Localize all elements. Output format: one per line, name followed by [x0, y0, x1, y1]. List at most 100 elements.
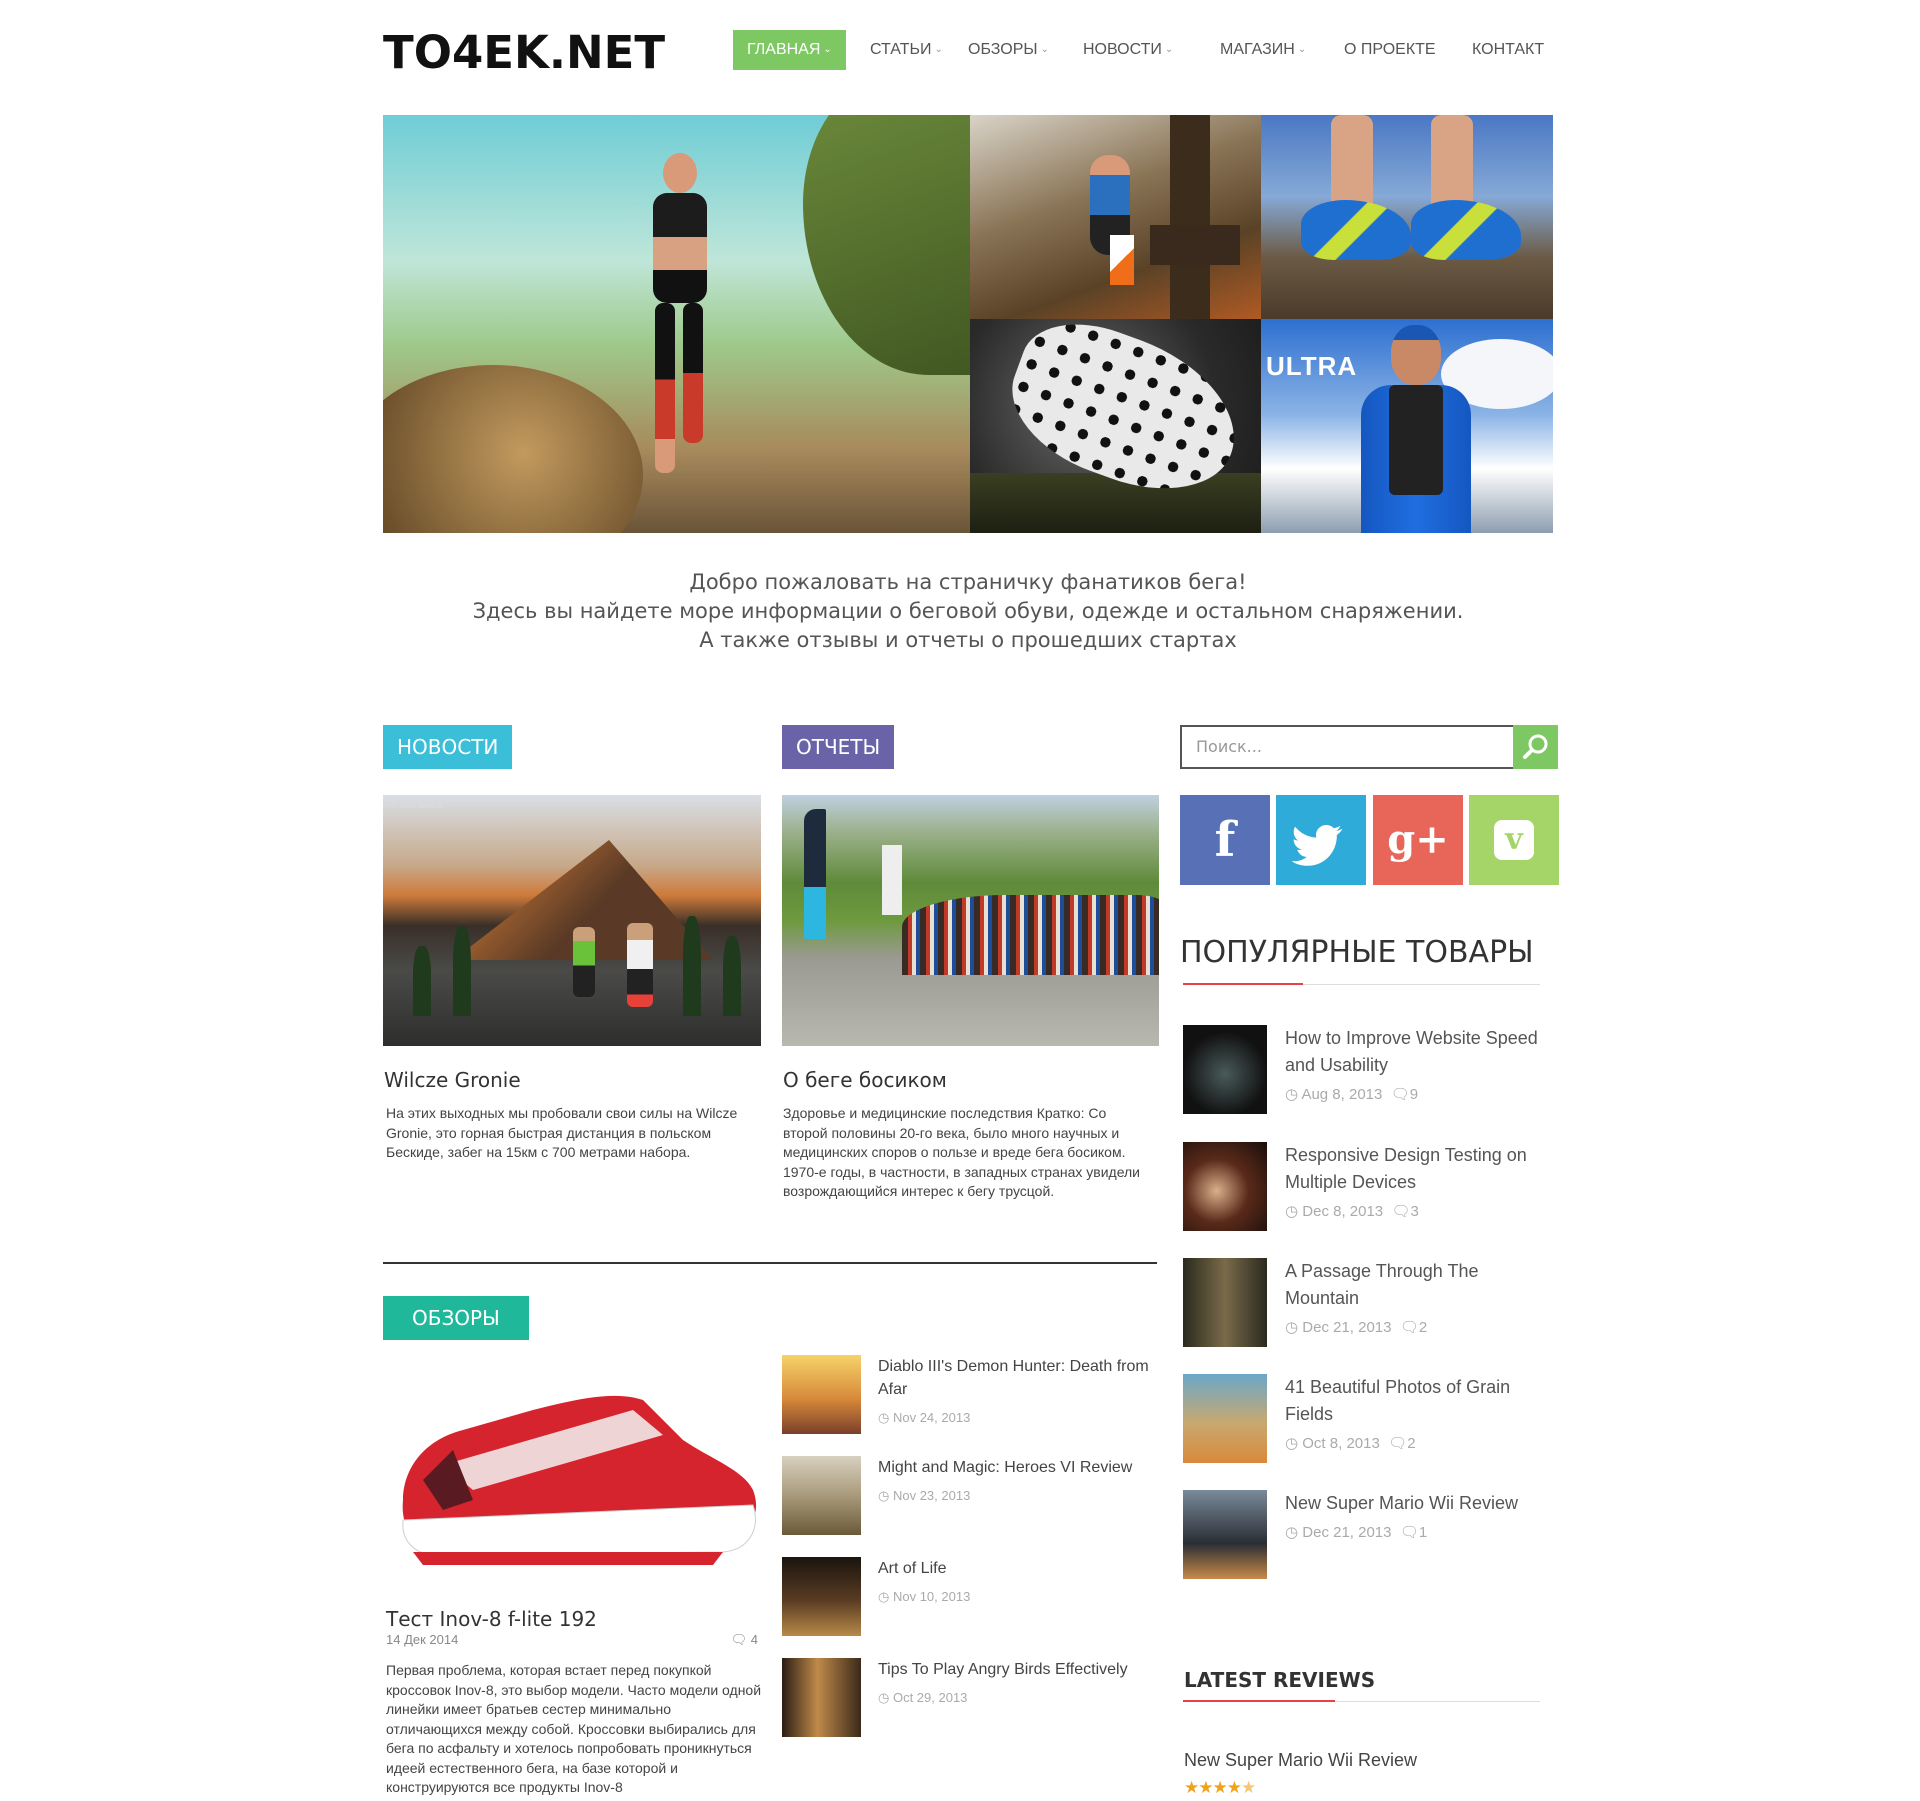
popular-item[interactable]: Responsive Design Testing on Multiple De…	[1183, 1142, 1543, 1232]
comment-count: 4	[750, 1632, 758, 1647]
photo-credit: © Saul Santos	[391, 801, 443, 810]
nav-item-reviews[interactable]: ОБЗОРЫ ⌄	[968, 30, 1049, 70]
popular-heading: ПОПУЛЯРНЫЕ ТОВАРЫ	[1180, 935, 1534, 970]
chevron-down-icon: ⌄	[934, 44, 943, 55]
pop-thumb	[1183, 1374, 1267, 1463]
search-input[interactable]: Поиск...	[1180, 725, 1516, 769]
vimeo-button[interactable]: v	[1469, 795, 1559, 885]
news-image[interactable]: © Saul Santos	[383, 795, 761, 1046]
runner-figure	[645, 153, 715, 483]
twitter-button[interactable]	[1276, 795, 1366, 885]
nav-item-label: КОНТАКТ	[1472, 41, 1545, 58]
hero-image-ultra-runner[interactable]: ULTRA	[1261, 319, 1553, 533]
nav-item-news[interactable]: НОВОСТИ ⌄	[1083, 30, 1173, 70]
clock-icon: ◷	[1285, 1435, 1299, 1452]
report-title[interactable]: О беге босиком	[783, 1068, 947, 1092]
pop-meta: ◷ Dec 8, 2013 🗨3	[1285, 1202, 1419, 1220]
comment-icon: 🗨	[1390, 1086, 1410, 1103]
clock-icon: ◷	[1285, 1203, 1299, 1220]
section-label-news[interactable]: НОВОСТИ	[383, 725, 513, 769]
news-title[interactable]: Wilcze Gronie	[384, 1068, 521, 1092]
clock-icon: ◷	[878, 1488, 890, 1503]
mini-thumb	[782, 1355, 861, 1434]
hill-shape	[803, 115, 970, 375]
pop-meta: ◷ Aug 8, 2013 🗨9	[1285, 1085, 1418, 1103]
list-item[interactable]: Tips To Play Angry Birds Effectively ◷ O…	[782, 1658, 1162, 1738]
mini-date: ◷ Oct 29, 2013	[878, 1690, 967, 1706]
date-text: Nov 23, 2013	[892, 1488, 971, 1503]
review-main-title[interactable]: Тест Inov-8 f-lite 192	[386, 1607, 597, 1631]
popular-item[interactable]: A Passage Through The Mountain ◷ Dec 21,…	[1183, 1258, 1543, 1348]
heading-accent	[1183, 1700, 1335, 1702]
hero-image-trail-runner[interactable]	[383, 115, 970, 533]
nav-item-shop[interactable]: МАГАЗИН ⌄	[1220, 30, 1306, 70]
clock-icon: ◷	[1285, 1086, 1299, 1103]
date-text: Aug 8, 2013	[1301, 1086, 1383, 1103]
latest-review-title[interactable]: New Super Mario Wii Review	[1184, 1750, 1417, 1771]
shoe-outsole	[413, 1552, 723, 1565]
search-button[interactable]	[1513, 725, 1558, 769]
mini-title[interactable]: Might and Magic: Heroes VI Review	[878, 1456, 1158, 1479]
date-text: Dec 21, 2013	[1302, 1524, 1392, 1541]
googleplus-button[interactable]: g+	[1373, 795, 1463, 885]
section-label-reviews[interactable]: ОБЗОРЫ	[383, 1296, 529, 1340]
list-item[interactable]: Diablo III's Demon Hunter: Death from Af…	[782, 1355, 1162, 1435]
popular-item[interactable]: New Super Mario Wii Review ◷ Dec 21, 201…	[1183, 1490, 1543, 1580]
news-excerpt: На этих выходных мы пробовали свои силы …	[386, 1105, 738, 1160]
report-image[interactable]	[782, 795, 1159, 1046]
comment-count: 2	[1407, 1435, 1416, 1452]
mini-title[interactable]: Tips To Play Angry Birds Effectively	[878, 1658, 1158, 1681]
popular-item[interactable]: How to Improve Website Speed and Usabili…	[1183, 1025, 1543, 1115]
chevron-down-icon: ⌄	[823, 44, 832, 55]
nav-item-contact[interactable]: КОНТАКТ	[1472, 30, 1544, 70]
clock-icon: ◷	[1285, 1524, 1299, 1541]
pop-title[interactable]: 41 Beautiful Photos of Grain Fields	[1285, 1374, 1545, 1428]
section-label-reports[interactable]: ОТЧЕТЫ	[782, 725, 895, 769]
nav-item-label: МАГАЗИН	[1220, 41, 1295, 58]
nav-item-articles[interactable]: СТАТЬИ ⌄	[870, 30, 943, 70]
rock-shape	[383, 365, 643, 533]
clock-icon: ◷	[1285, 1319, 1299, 1336]
tree-shape	[1170, 115, 1210, 319]
shoe-shape	[1301, 200, 1411, 260]
runner-torso	[653, 193, 707, 303]
site-logo[interactable]: TO4EK.NET	[383, 26, 665, 79]
pine-shape	[413, 946, 431, 1016]
comment-icon: 🗨	[730, 1632, 748, 1647]
runner-head	[1391, 325, 1441, 385]
list-item[interactable]: Might and Magic: Heroes VI Review ◷ Nov …	[782, 1456, 1162, 1536]
start-sign-shape	[882, 845, 902, 915]
pop-title[interactable]: A Passage Through The Mountain	[1285, 1258, 1545, 1312]
hero-image-shoes-mountain[interactable]	[1261, 115, 1553, 319]
pop-thumb	[1183, 1490, 1267, 1579]
shoe-shape	[1411, 200, 1521, 260]
facebook-button[interactable]: f	[1180, 795, 1270, 885]
ultra-text: ULTRA	[1266, 351, 1358, 381]
list-item[interactable]: Art of Life ◷ Nov 10, 2013	[782, 1557, 1162, 1637]
crowd-shape	[902, 895, 1159, 975]
review-main-comments[interactable]: 🗨 4	[731, 1632, 758, 1648]
hero-image-orienteering[interactable]	[970, 115, 1261, 319]
date-text: Oct 8, 2013	[1302, 1435, 1380, 1452]
page: TO4EK.NET ГЛАВНАЯ ⌄ СТАТЬИ ⌄ ОБЗОРЫ ⌄ НОВОС…	[0, 0, 1920, 1801]
nav-item-about[interactable]: О ПРОЕКТЕ	[1344, 30, 1436, 70]
rating-stars: ★★★★★	[1184, 1778, 1256, 1797]
pine-shape	[453, 926, 471, 1016]
runner-leg	[683, 303, 703, 443]
pop-title[interactable]: New Super Mario Wii Review	[1285, 1490, 1545, 1517]
hero-image-shoe-sole[interactable]	[970, 319, 1261, 533]
date-text: Nov 10, 2013	[892, 1589, 971, 1604]
comment-count: 1	[1418, 1524, 1428, 1541]
comment-count: 2	[1418, 1319, 1428, 1336]
review-main-excerpt: Первая проблема, которая встает перед по…	[386, 1662, 762, 1795]
popular-item[interactable]: 41 Beautiful Photos of Grain Fields ◷ Oc…	[1183, 1374, 1543, 1464]
search-icon	[1523, 734, 1548, 759]
mini-date: ◷ Nov 23, 2013	[878, 1488, 970, 1504]
pop-title[interactable]: Responsive Design Testing on Multiple De…	[1285, 1142, 1545, 1196]
chevron-down-icon: ⌄	[1040, 44, 1049, 55]
review-shoe-image[interactable]	[383, 1370, 763, 1570]
mini-title[interactable]: Diablo III's Demon Hunter: Death from Af…	[878, 1355, 1158, 1401]
mini-title[interactable]: Art of Life	[878, 1557, 1158, 1580]
nav-item-home[interactable]: ГЛАВНАЯ ⌄	[733, 30, 846, 70]
pop-title[interactable]: How to Improve Website Speed and Usabili…	[1285, 1025, 1545, 1079]
